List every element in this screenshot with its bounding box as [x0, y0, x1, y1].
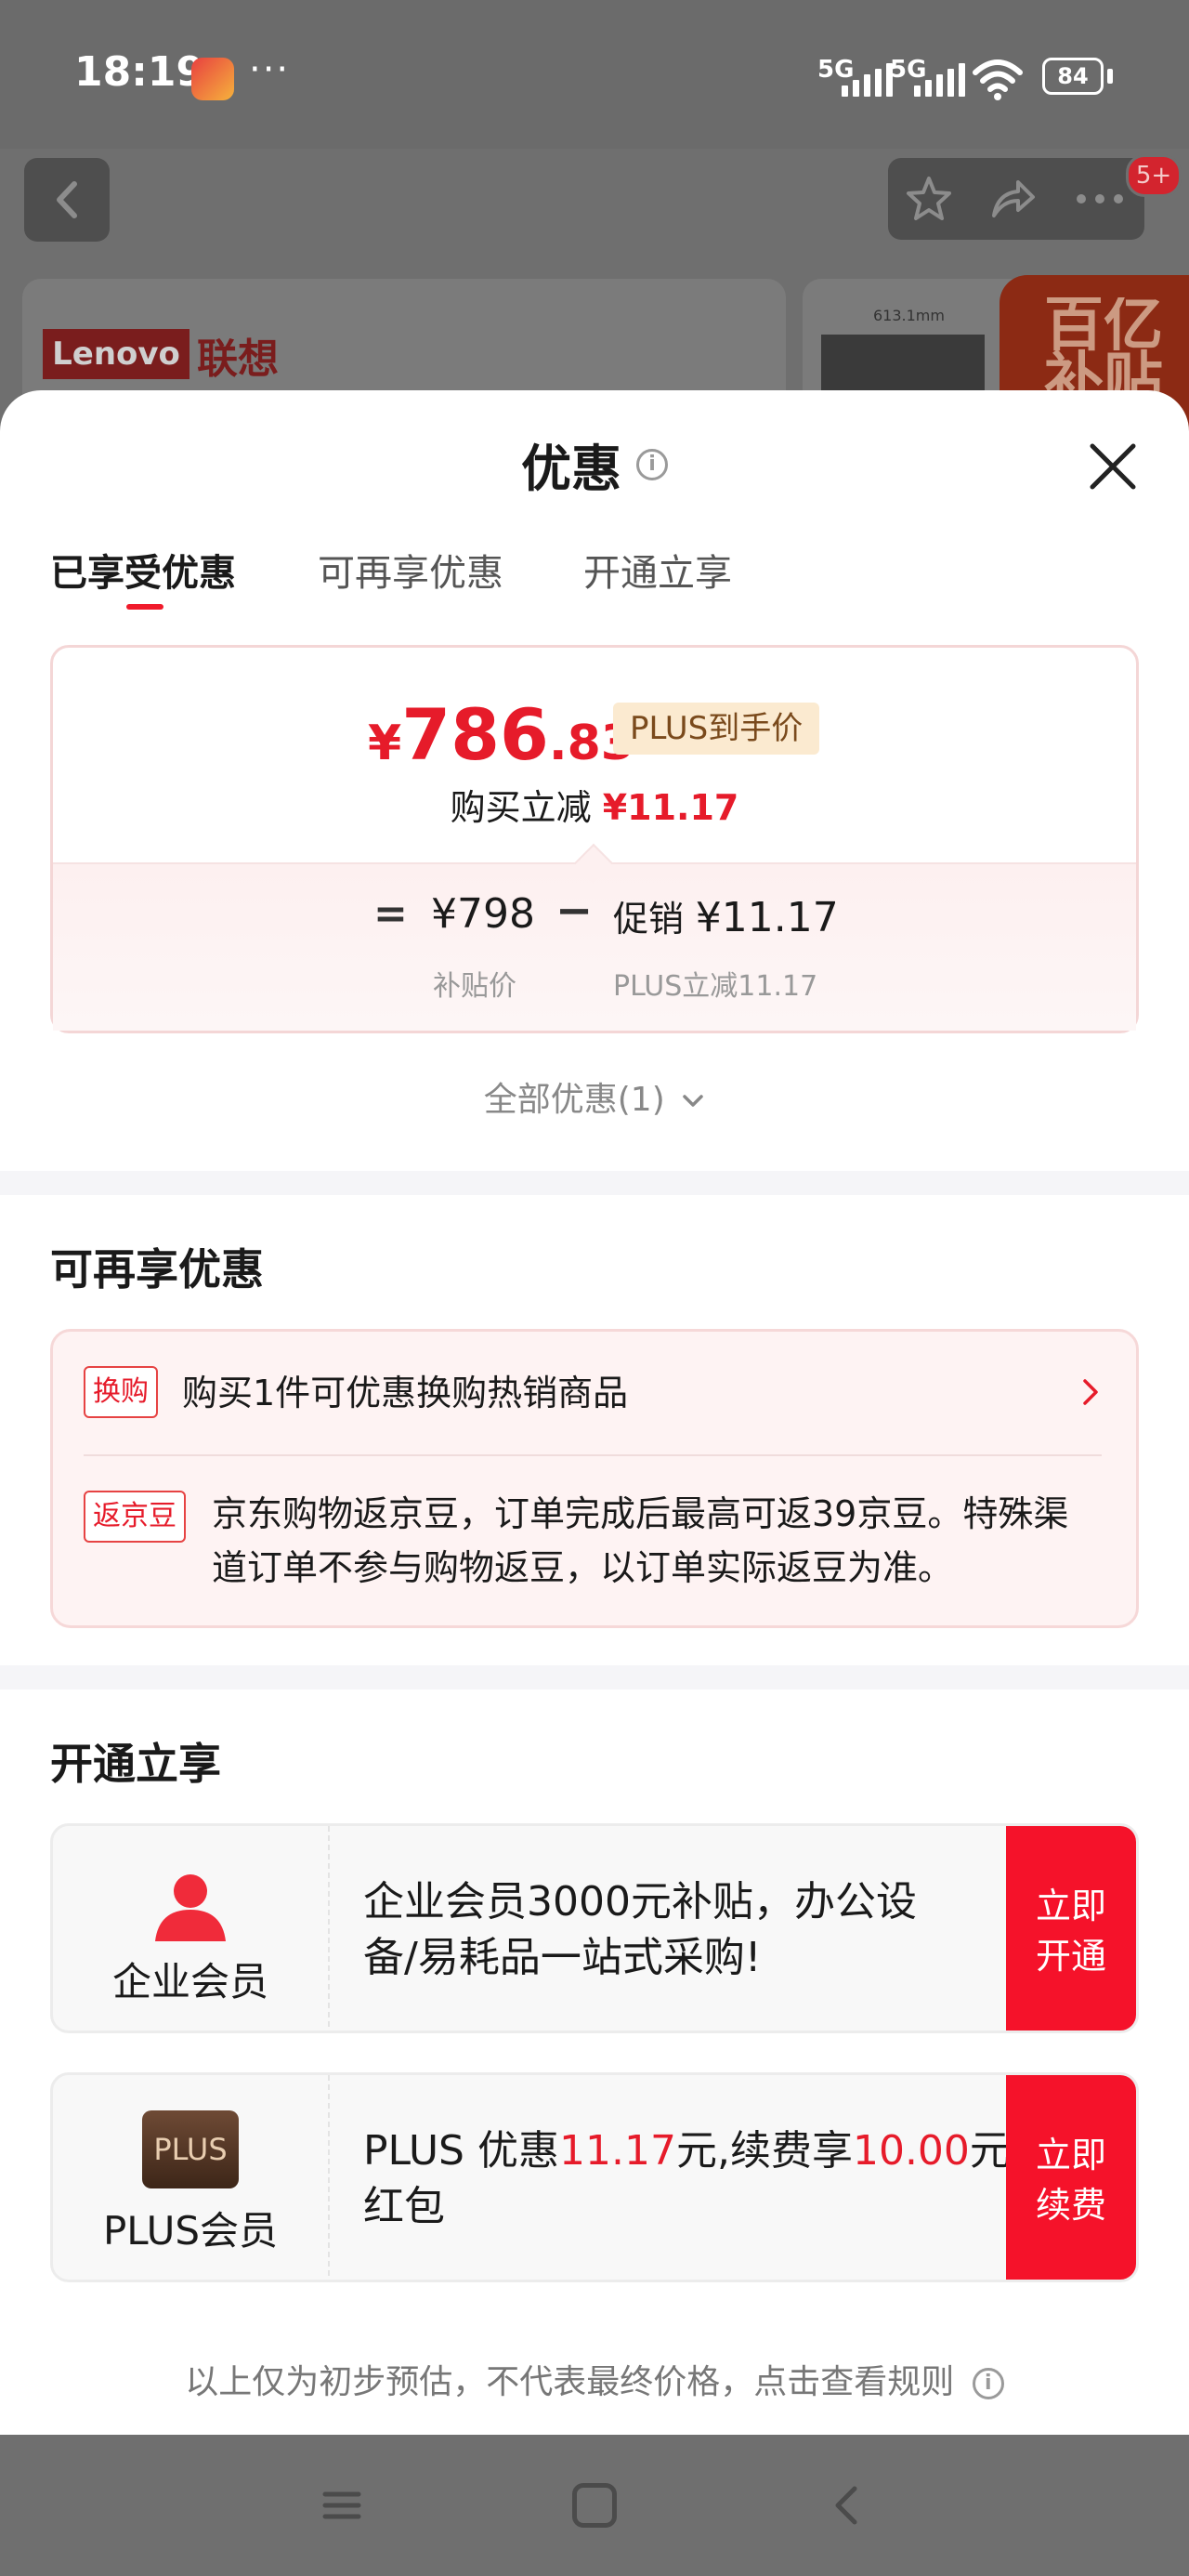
tab-enjoyed[interactable]: 已享受优惠	[50, 543, 236, 597]
divider	[84, 1454, 1102, 1456]
equals-sign: =	[373, 890, 408, 938]
sheet-header: 优惠 i	[0, 427, 1189, 501]
section-separator	[0, 1665, 1189, 1689]
close-icon[interactable]	[1083, 437, 1143, 496]
wifi-icon	[973, 59, 1023, 100]
brand-name: 联想	[197, 335, 279, 383]
button-line1: 立即	[1035, 1886, 1106, 1926]
plus-discount-amount: 11.17	[558, 2127, 676, 2175]
back-button[interactable]	[24, 158, 110, 242]
plus-desc: PLUS 优惠11.17元,续费享10.00元 红包	[363, 2123, 1011, 2235]
plus-label: PLUS会员	[102, 2208, 279, 2254]
reduce-amount: ¥11.17	[602, 787, 739, 828]
button-line2: 开通	[1035, 1936, 1106, 1977]
enterprise-label: 企业会员	[111, 1959, 268, 2004]
final-price: ¥786.83	[368, 693, 634, 776]
enterprise-card-left: 企业会员	[53, 1826, 330, 2031]
open-now-button[interactable]: 立即 开通	[1006, 1826, 1136, 2031]
currency-symbol: ¥	[368, 716, 402, 771]
message-badge: 5+	[1126, 154, 1182, 197]
jingdou-text-line1: 京东购物返京豆，订单完成后最高可返39京豆。特殊渠	[212, 1493, 1069, 1534]
promo-value: ¥11.17	[695, 894, 839, 941]
share-icon[interactable]	[986, 173, 1039, 225]
instant-reduction: 购买立减 ¥11.17	[0, 779, 1189, 830]
person-icon	[155, 1874, 226, 1941]
all-promos-toggle[interactable]: 全部优惠(1)	[0, 1072, 1189, 1121]
reduce-label: 购买立减	[450, 787, 592, 828]
section-separator	[0, 1171, 1189, 1195]
button-line2: 续费	[1035, 2185, 1106, 2226]
info-icon: i	[972, 2368, 1004, 2399]
status-time: 18:19	[74, 48, 205, 96]
button-line1: 立即	[1035, 2135, 1106, 2175]
plus-desc-mid: 元,续费享	[675, 2127, 853, 2175]
final-price-integer: 786	[401, 693, 549, 776]
open-membership-title: 开通立享	[50, 1739, 221, 1789]
tab-open-membership[interactable]: 开通立享	[583, 543, 732, 597]
list-item-exchange[interactable]: 换购 购买1件可优惠换购热销商品	[84, 1366, 1115, 1422]
promo-amount: 促销 ¥11.17	[613, 890, 839, 941]
chevron-right-icon[interactable]	[1078, 1375, 1104, 1409]
sheet-title: 优惠	[521, 440, 621, 498]
header-actions	[888, 158, 1144, 240]
rules-disclaimer[interactable]: 以上仅为初步预估，不代表最终价格，点击查看规则 i	[0, 2355, 1189, 2403]
tab-more-available[interactable]: 可再享优惠	[318, 543, 503, 597]
dimension-label: 613.1mm	[873, 307, 945, 324]
minus-sign: −	[555, 885, 594, 937]
promo-label: 促销	[613, 899, 685, 940]
plus-desc-prefix: PLUS 优惠	[363, 2127, 559, 2175]
exchange-text: 购买1件可优惠换购热销商品	[182, 1373, 629, 1413]
info-icon[interactable]: i	[636, 448, 668, 480]
plus-membership-card[interactable]: PLUS PLUS会员 PLUS 优惠11.17元,续费享10.00元 红包 立…	[50, 2072, 1139, 2282]
star-icon[interactable]	[903, 173, 955, 225]
back-icon[interactable]	[825, 2483, 869, 2528]
promo-detail: PLUS立减11.17	[613, 970, 818, 1003]
plus-desc-line2: 红包	[363, 2183, 445, 2230]
jingdou-text-line2: 道订单不参与购物返豆，以订单实际返豆为准。	[212, 1547, 954, 1588]
enterprise-desc-line1: 企业会员3000元补贴，办公设	[363, 1878, 917, 1925]
plus-logo: PLUS	[142, 2110, 239, 2188]
signal-bars-icon	[842, 59, 897, 97]
enterprise-desc: 企业会员3000元补贴，办公设 备/易耗品一站式采购!	[363, 1874, 917, 1986]
home-icon[interactable]	[572, 2483, 617, 2528]
more-notifications-icon: ···	[249, 48, 291, 91]
disclaimer-text: 以上仅为初步预估，不代表最终价格，点击查看规则	[185, 2363, 955, 2401]
more-icon[interactable]	[1070, 173, 1130, 225]
all-promos-label: 全部优惠(1)	[483, 1081, 665, 1119]
chevron-left-icon	[57, 181, 77, 218]
menu-icon[interactable]	[320, 2483, 364, 2528]
plus-card-left: PLUS PLUS会员	[53, 2075, 330, 2280]
enterprise-membership-card[interactable]: 企业会员 企业会员3000元补贴，办公设 备/易耗品一站式采购! 立即开通	[50, 1823, 1139, 2033]
renew-now-button[interactable]: 立即 续费	[1006, 2075, 1136, 2280]
battery-tip	[1107, 69, 1113, 84]
app-notification-icon	[191, 58, 234, 100]
price-breakdown-area	[53, 862, 1136, 1031]
chevron-down-icon	[683, 1095, 703, 1107]
battery-icon: 84	[1042, 58, 1104, 95]
signal-bars-icon	[914, 59, 970, 97]
brand-logo: Lenovo	[43, 329, 189, 379]
plus-renew-amount: 10.00	[852, 2127, 970, 2175]
extra-offers-title: 可再享优惠	[50, 1244, 264, 1295]
exchange-tag: 换购	[84, 1366, 158, 1418]
tab-indicator	[126, 604, 163, 610]
plus-desc-suffix: 元	[969, 2127, 1011, 2175]
enterprise-desc-line2: 备/易耗品一站式采购!	[363, 1934, 762, 1981]
subsidy-price-label: 补贴价	[433, 970, 516, 1003]
plus-price-tag: PLUS到手价	[613, 703, 820, 755]
jingdou-tag: 返京豆	[84, 1491, 186, 1543]
subsidy-price: ¥798	[431, 890, 535, 938]
list-item-jingdou: 返京豆 京东购物返京豆，订单完成后最高可返39京豆。特殊渠 道订单不参与购物返豆…	[84, 1491, 1115, 1602]
